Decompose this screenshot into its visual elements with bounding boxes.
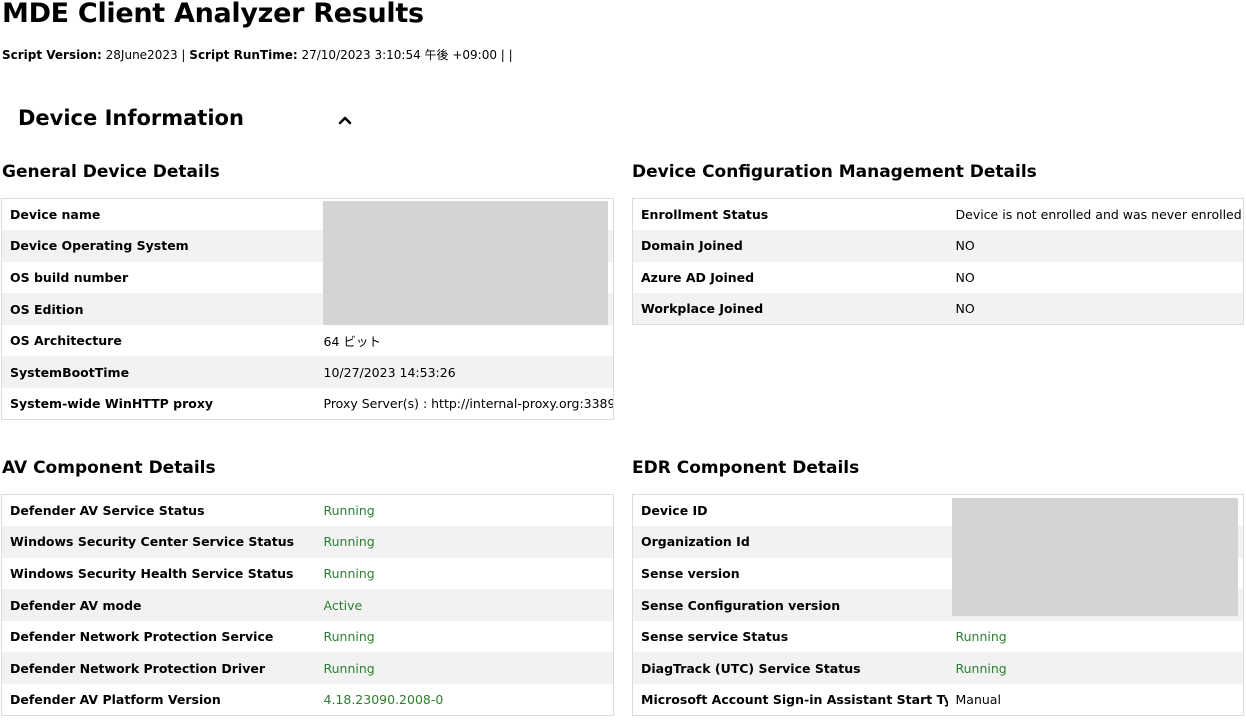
general-device-details-title: General Device Details bbox=[2, 162, 220, 182]
row-value: Manual bbox=[955, 692, 1001, 708]
row-label: OS Edition bbox=[1, 293, 316, 325]
table-row: Defender AV Service Status Running bbox=[2, 495, 614, 527]
table-row: SystemBootTime 10/27/2023 14:53:26 bbox=[1, 356, 614, 389]
row-value: NO bbox=[947, 230, 1244, 262]
redacted-block bbox=[323, 201, 608, 325]
row-label: Defender Network Protection Service bbox=[10, 629, 274, 645]
config-management-details-table: Enrollment Status Device is not enrolled… bbox=[632, 198, 1244, 326]
status-value: Running bbox=[323, 565, 375, 581]
table-row: Windows Security Center Service Status R… bbox=[1, 526, 614, 558]
script-runtime-label: Script RunTime: bbox=[189, 48, 298, 62]
script-info: Script Version: 28June2023 | Script RunT… bbox=[2, 46, 513, 63]
row-label: Sense Configuration version bbox=[632, 589, 948, 621]
table-row: Sense service Status Running bbox=[633, 621, 1244, 653]
status-value: Running bbox=[955, 629, 1007, 645]
table-row: Azure AD Joined NO bbox=[633, 262, 1244, 294]
row-value: 10/27/2023 14:53:26 bbox=[315, 356, 614, 389]
edr-component-details-title: EDR Component Details bbox=[632, 458, 860, 478]
row-label: SystemBootTime bbox=[1, 356, 316, 389]
config-management-details-title: Device Configuration Management Details bbox=[632, 162, 1037, 182]
page-title: MDE Client Analyzer Results bbox=[2, 0, 424, 29]
row-label: Defender AV Platform Version bbox=[10, 692, 221, 708]
row-value: NO bbox=[955, 269, 975, 285]
table-row: Workplace Joined NO bbox=[632, 293, 1244, 325]
row-value: 64 ビット bbox=[323, 334, 381, 350]
table-row: Enrollment Status Device is not enrolled… bbox=[633, 199, 1244, 231]
row-label: Microsoft Account Sign-in Assistant Star… bbox=[641, 692, 948, 708]
row-label: Azure AD Joined bbox=[641, 269, 755, 285]
status-value: 4.18.23090.2008-0 bbox=[323, 692, 444, 708]
row-label: Organization Id bbox=[632, 526, 948, 558]
status-value: Running bbox=[315, 652, 614, 685]
row-label: Windows Security Center Service Status bbox=[1, 526, 316, 558]
status-value: Running bbox=[323, 503, 375, 519]
row-label: Workplace Joined bbox=[632, 293, 948, 325]
row-value: NO bbox=[947, 293, 1244, 325]
row-label: Domain Joined bbox=[632, 230, 948, 262]
status-value: Running bbox=[315, 526, 614, 558]
table-row: Windows Security Health Service Status R… bbox=[2, 558, 614, 590]
av-component-details-table: Defender AV Service Status Running Windo… bbox=[1, 494, 614, 717]
script-version-value: 28June2023 | bbox=[105, 48, 186, 62]
script-runtime-value: 27/10/2023 3:10:54 午後 +09:00 | | bbox=[301, 48, 513, 62]
row-label: Device Operating System bbox=[1, 230, 316, 262]
chevron-up-icon[interactable] bbox=[337, 112, 353, 126]
device-information-heading[interactable]: Device Information bbox=[18, 106, 244, 130]
row-label: Windows Security Health Service Status bbox=[10, 565, 294, 581]
table-row: Microsoft Account Sign-in Assistant Star… bbox=[633, 684, 1244, 716]
row-label: Defender AV mode bbox=[1, 589, 316, 621]
table-row: OS Architecture 64 ビット bbox=[2, 325, 614, 357]
table-row: System-wide WinHTTP proxy Proxy Server(s… bbox=[2, 388, 614, 420]
row-label: System-wide WinHTTP proxy bbox=[10, 396, 214, 412]
table-row: Defender Network Protection Driver Runni… bbox=[1, 652, 614, 685]
row-label: Sense version bbox=[641, 565, 740, 581]
table-row: Defender AV mode Active bbox=[1, 589, 614, 621]
row-label: OS Architecture bbox=[10, 333, 122, 349]
table-row: Defender AV Platform Version 4.18.23090.… bbox=[2, 684, 614, 716]
row-label: DiagTrack (UTC) Service Status bbox=[632, 652, 948, 685]
row-label: Sense service Status bbox=[641, 629, 789, 645]
row-label: Defender Network Protection Driver bbox=[1, 652, 316, 685]
row-label: Enrollment Status bbox=[641, 207, 769, 223]
row-label: Device ID bbox=[641, 503, 708, 519]
table-row: Domain Joined NO bbox=[632, 230, 1244, 262]
status-value: Running bbox=[323, 629, 375, 645]
status-value: Active bbox=[315, 589, 614, 621]
table-row: Defender Network Protection Service Runn… bbox=[2, 621, 614, 653]
redacted-block bbox=[952, 498, 1238, 616]
table-row: DiagTrack (UTC) Service Status Running bbox=[632, 652, 1244, 685]
row-label: Device name bbox=[10, 207, 101, 223]
row-label: OS build number bbox=[10, 269, 129, 285]
row-label: Defender AV Service Status bbox=[10, 503, 205, 519]
row-value: Proxy Server(s) : http://internal-proxy.… bbox=[323, 396, 614, 412]
row-value: Device is not enrolled and was never enr… bbox=[955, 207, 1244, 223]
script-version-label: Script Version: bbox=[2, 48, 102, 62]
av-component-details-title: AV Component Details bbox=[2, 458, 216, 478]
status-value: Running bbox=[947, 652, 1244, 685]
